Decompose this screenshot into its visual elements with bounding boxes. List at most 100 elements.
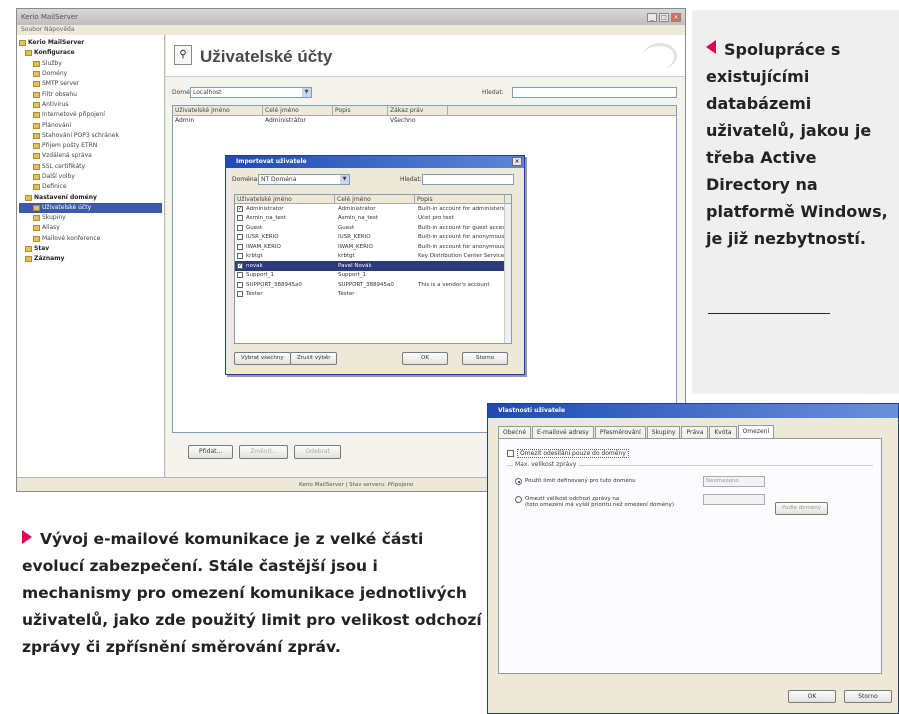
tab-5[interactable]: Kvóta	[709, 426, 737, 438]
cancel-button[interactable]: Storno	[462, 352, 508, 365]
tree-item[interactable]: Záznamy	[19, 254, 162, 264]
list-item[interactable]: ✓ novak Pavel Novák	[235, 261, 511, 271]
column-header[interactable]: Uživatelské jméno	[173, 106, 263, 115]
vertical-scrollbar[interactable]	[504, 204, 511, 343]
tree-item[interactable]: Přijem pošty ETRN	[19, 141, 162, 151]
dialog-titlebar: Importovat uživatele ×	[226, 156, 524, 168]
radio-button[interactable]	[515, 496, 522, 503]
row-checkbox[interactable]	[237, 291, 243, 298]
close-button[interactable]: ×	[671, 12, 681, 22]
row-checkbox[interactable]: ✓	[237, 205, 243, 212]
list-item[interactable]: Guest Guest Built-in account for guest acc…	[235, 223, 511, 233]
restrict-domain-checkbox[interactable]	[507, 450, 514, 457]
tree-item-label: Stav	[34, 245, 50, 253]
cell: Účet pro test	[418, 215, 454, 222]
tree-item[interactable]: Antivirus	[19, 100, 162, 110]
tree-item[interactable]: Plánování	[19, 120, 162, 130]
tab-6[interactable]: Omezení	[737, 425, 775, 438]
list-item[interactable]: ✓ Administrator Administrátor Built-in acco…	[235, 204, 511, 214]
tab-1[interactable]: E-mailové adresy	[532, 426, 594, 438]
radio-button[interactable]	[515, 478, 522, 485]
chevron-down-icon[interactable]: ▼	[302, 88, 311, 97]
folder-icon	[33, 101, 40, 108]
tab-2[interactable]: Přesměrování	[594, 426, 646, 438]
triangle-left-icon	[706, 40, 716, 54]
tree-item[interactable]: SSL certifikáty	[19, 162, 162, 172]
column-header[interactable]: Zákaz práv	[388, 106, 448, 115]
tree-item[interactable]: Internetové připojení	[19, 110, 162, 120]
tree-item[interactable]: Definice	[19, 182, 162, 192]
radio-domain-limit[interactable]: Použít limit definovaný pro tuto doménu	[515, 478, 636, 485]
column-header[interactable]: Uživatelské jméno	[235, 195, 335, 203]
column-header[interactable]: Celé jméno	[335, 195, 415, 203]
row-checkbox[interactable]	[237, 243, 243, 250]
tree-item[interactable]: Stav	[19, 244, 162, 254]
tree-item[interactable]: Domény	[19, 69, 162, 79]
tree-item[interactable]: Kerio MailServer	[19, 38, 162, 48]
list-item[interactable]: krbtgt krbtgt Key Distribution Center Serv…	[235, 252, 511, 262]
list-item[interactable]: IWAM_KERIO IWAM_KERIO Built-in account for…	[235, 242, 511, 252]
folder-icon	[25, 194, 32, 201]
cell: IUSR_KERIO	[246, 234, 279, 241]
callout-rule	[708, 313, 830, 314]
tree-item[interactable]: Vzdálená správa	[19, 151, 162, 161]
row-checkbox[interactable]	[237, 272, 243, 279]
row-checkbox[interactable]	[237, 281, 243, 288]
list-item[interactable]: Support_1 Support_1	[235, 271, 511, 281]
cell: IWAM_KERIO	[338, 243, 373, 250]
props-ok-button[interactable]: OK	[788, 690, 836, 703]
dialog-search-input[interactable]	[422, 174, 514, 185]
column-header[interactable]: Popis	[333, 106, 388, 115]
tab-4[interactable]: Práva	[681, 426, 709, 438]
row-checkbox[interactable]	[237, 215, 243, 222]
tree-item[interactable]: SMTP server	[19, 79, 162, 89]
restrict-domain-checkbox-row[interactable]: Omezit odesílání pouze do domény	[507, 449, 629, 458]
props-cancel-button[interactable]: Storno	[844, 690, 892, 703]
row-checkbox[interactable]	[237, 253, 243, 260]
tree-item[interactable]: Uživatelské účty	[19, 202, 162, 214]
column-header[interactable]: Celé jméno	[263, 106, 333, 115]
folder-icon	[33, 174, 40, 180]
folder-icon	[33, 235, 40, 242]
select-all-button[interactable]: Vybrat všechny	[234, 352, 291, 365]
tab-panel: Omezit odesílání pouze do domény Max. ve…	[498, 438, 882, 674]
tree-item[interactable]: Další volby	[19, 172, 162, 182]
tab-3[interactable]: Skupiny	[646, 426, 681, 438]
tree-item[interactable]: Aliasy	[19, 223, 162, 233]
add-button[interactable]: Přidat...	[188, 445, 234, 459]
search-input[interactable]	[512, 87, 677, 98]
table-row[interactable]: Admin Administrátor Všechno	[173, 116, 676, 125]
tree-item[interactable]: Mailové konference	[19, 234, 162, 244]
list-item[interactable]: Tester Tester	[235, 290, 511, 300]
edit-button[interactable]: Změnit...	[239, 445, 289, 459]
by-domain-button[interactable]: Podle domény	[775, 502, 828, 515]
message-size-group: Max. velikost zprávy Použít limit defino…	[507, 461, 873, 537]
tree-item[interactable]: Nastavení domény	[19, 192, 162, 202]
maximize-button[interactable]: □	[659, 12, 669, 22]
tree-item[interactable]: Stahování POP3 schránek	[19, 131, 162, 141]
remove-button[interactable]: Odebrat	[294, 445, 341, 459]
tree-item[interactable]: Filtr obsahu	[19, 89, 162, 99]
minimize-button[interactable]: _	[647, 12, 657, 22]
list-item[interactable]: SUPPORT_388945a0 SUPPORT_388945a0 This is …	[235, 280, 511, 290]
list-item[interactable]: Asmin_na_test Asmin_na_test Účet pro test	[235, 214, 511, 224]
column-header[interactable]: Popis	[415, 195, 505, 203]
select-none-button[interactable]: Zrušit výběr	[290, 352, 338, 365]
row-checkbox[interactable]	[237, 224, 243, 231]
ok-button[interactable]: OK	[402, 352, 448, 365]
list-item[interactable]: IUSR_KERIO IUSR_KERIO Built-in account for…	[235, 233, 511, 243]
menu-bar[interactable]: Soubor Nápověda	[17, 25, 685, 35]
custom-limit-field[interactable]	[703, 494, 765, 505]
row-checkbox[interactable]	[237, 234, 243, 241]
tab-0[interactable]: Obecné	[498, 426, 532, 438]
radio-custom-limit[interactable]: Omezit velikost odchozí zprávy na (toto …	[515, 496, 674, 508]
tree-item[interactable]: Skupiny	[19, 213, 162, 223]
domain-select[interactable]: Localhost ▼	[190, 87, 312, 98]
row-checkbox[interactable]: ✓	[237, 262, 243, 269]
chevron-down-icon[interactable]: ▼	[340, 175, 349, 184]
tree-item[interactable]: Konfigurace	[19, 48, 162, 58]
dialog-domain-select[interactable]: NT Doména ▼	[258, 174, 350, 185]
dialog-close-button[interactable]: ×	[512, 157, 522, 166]
tree-item[interactable]: Služby	[19, 59, 162, 69]
dialog-rows: ✓ Administrator Administrátor Built-in acco…	[235, 204, 511, 299]
